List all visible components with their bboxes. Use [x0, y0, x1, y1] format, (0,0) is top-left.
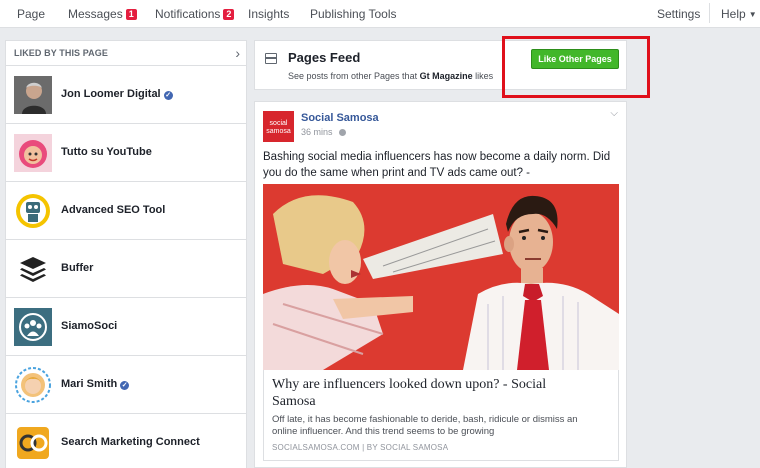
nav-page-label: Page — [17, 7, 46, 21]
liked-page-name[interactable]: Tutto su YouTube — [61, 146, 152, 158]
liked-page-item[interactable]: Jon Loomer Digital ✓ — [6, 66, 246, 124]
liked-page-name-text: Jon Loomer Digital — [61, 88, 161, 100]
liked-panel-title: LIKED BY THIS PAGE — [14, 48, 108, 58]
liked-page-item[interactable]: Search Marketing Connect — [6, 414, 246, 468]
avatar[interactable] — [14, 76, 52, 114]
nav-insights[interactable]: Insights — [248, 7, 289, 21]
nav-page[interactable]: Page — [17, 7, 45, 21]
messages-badge: 1 — [125, 9, 137, 20]
avatar[interactable] — [14, 134, 52, 172]
pages-feed-subtitle-suffix: likes — [475, 71, 494, 81]
liked-page-name[interactable]: Advanced SEO Tool — [61, 204, 165, 216]
avatar[interactable] — [14, 192, 52, 230]
verified-badge-icon: ✓ — [120, 381, 130, 390]
caret-down-icon: ▼ — [748, 10, 757, 19]
avatar[interactable] — [14, 366, 52, 404]
liked-page-name-text: SiamoSoci — [61, 320, 118, 332]
post-timestamp[interactable]: 36 mins — [301, 127, 346, 137]
nav-insights-label: Insights — [248, 7, 290, 21]
nav-publishing-tools-label: Publishing Tools — [310, 7, 397, 21]
post-message: Bashing social media influencers has now… — [263, 151, 611, 179]
chevron-down-icon[interactable]: ⌵ — [610, 108, 618, 119]
liked-page-name-text: Tutto su YouTube — [61, 146, 152, 158]
liked-page-name-text: Mari Smith — [61, 378, 118, 390]
nav-settings[interactable]: Settings — [657, 7, 700, 21]
pages-feed-page-name[interactable]: Gt Magazine — [420, 71, 473, 81]
notifications-badge: 2 — [223, 9, 235, 20]
avatar[interactable] — [14, 250, 52, 288]
nav-messages-label: Messages — [68, 7, 123, 21]
pages-feed-subtitle-prefix: See posts from other Pages that — [288, 71, 418, 81]
liked-by-page-panel: LIKED BY THIS PAGE › Jon Loomer Digital ✓… — [5, 40, 247, 468]
chevron-right-icon[interactable]: › — [235, 45, 240, 61]
post-timestamp-text: 36 mins — [301, 127, 333, 137]
link-preview-source: SOCIALSAMOSA.COM | BY SOCIAL SAMOSA — [272, 443, 449, 452]
verified-badge-icon: ✓ — [163, 91, 173, 100]
liked-page-item[interactable]: SiamoSoci — [6, 298, 246, 356]
nav-settings-label: Settings — [657, 7, 701, 21]
liked-page-name-text: Search Marketing Connect — [61, 436, 200, 448]
liked-page-name-text: Advanced SEO Tool — [61, 204, 166, 216]
avatar[interactable] — [14, 308, 52, 346]
highlight-annotation-box — [502, 36, 650, 98]
liked-page-name[interactable]: Buffer — [61, 262, 93, 274]
liked-page-name-text: Buffer — [61, 262, 94, 274]
liked-page-item[interactable]: Advanced SEO Tool — [6, 182, 246, 240]
link-preview-description: Off late, it has become fashionable to d… — [272, 414, 578, 437]
pages-feed-title: Pages Feed — [288, 50, 361, 65]
page-top-nav: Page Messages 1 Notifications 2 Insights P… — [0, 0, 760, 28]
post-link-image[interactable] — [263, 184, 619, 370]
nav-help[interactable]: Help ▼ — [721, 7, 757, 21]
nav-notifications[interactable]: Notifications 2 — [155, 7, 235, 21]
liked-page-item[interactable]: Mari Smith ✓ — [6, 356, 246, 414]
news-feed-icon — [265, 53, 277, 64]
liked-page-name[interactable]: Search Marketing Connect — [61, 436, 200, 448]
nav-notifications-label: Notifications — [155, 7, 221, 21]
liked-page-item[interactable]: Buffer — [6, 240, 246, 298]
post-author-avatar[interactable]: social samosa — [263, 111, 294, 142]
avatar[interactable] — [14, 424, 52, 462]
post-link-preview[interactable]: Why are influencers looked down upon? - … — [263, 370, 619, 461]
post-author-link[interactable]: Social Samosa — [301, 112, 379, 124]
logo-text-line2: samosa — [266, 128, 291, 135]
nav-divider — [709, 3, 710, 23]
liked-page-name[interactable]: SiamoSoci — [61, 320, 117, 332]
link-preview-title[interactable]: Why are influencers looked down upon? - … — [272, 376, 572, 410]
liked-page-name[interactable]: Mari Smith ✓ — [61, 378, 130, 390]
liked-panel-header[interactable]: LIKED BY THIS PAGE › — [6, 41, 246, 66]
pages-feed-subtitle: See posts from other Pages that Gt Magaz… — [288, 71, 493, 81]
nav-messages[interactable]: Messages 1 — [68, 7, 137, 21]
nav-publishing-tools[interactable]: Publishing Tools — [310, 7, 397, 21]
globe-icon — [338, 129, 346, 136]
logo-text-line1: social — [269, 120, 288, 127]
nav-help-label: Help — [721, 7, 746, 21]
liked-page-name[interactable]: Jon Loomer Digital ✓ — [61, 88, 173, 100]
feed-post: social samosa Social Samosa 36 mins ⌵ Bas… — [254, 101, 627, 468]
liked-page-item[interactable]: Tutto su YouTube — [6, 124, 246, 182]
